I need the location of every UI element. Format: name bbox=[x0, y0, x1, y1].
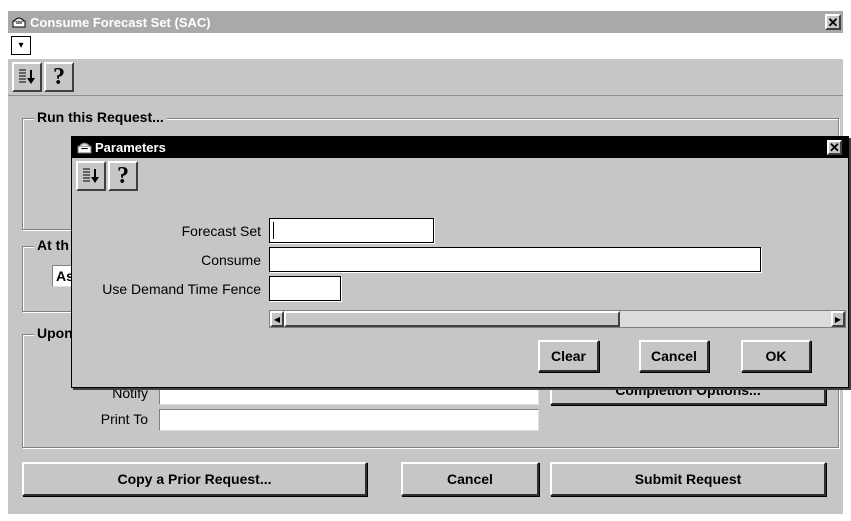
list-navigator-button[interactable] bbox=[76, 161, 106, 191]
ok-button[interactable]: OK bbox=[741, 340, 811, 372]
oracle-app-icon bbox=[77, 142, 92, 154]
scrollbar-thumb[interactable] bbox=[284, 311, 620, 327]
close-icon: ✕ bbox=[829, 140, 840, 155]
close-icon: ✕ bbox=[827, 14, 839, 30]
help-icon: ? bbox=[117, 162, 129, 189]
help-icon: ? bbox=[53, 63, 65, 90]
forecast-set-field[interactable] bbox=[269, 218, 434, 243]
main-toolbar: ? bbox=[8, 59, 843, 96]
notify-label: Notify bbox=[112, 385, 148, 401]
text-cursor bbox=[273, 222, 274, 239]
copy-prior-request-button[interactable]: Copy a Prior Request... bbox=[22, 462, 367, 496]
menu-bar bbox=[8, 33, 843, 59]
cancel-button[interactable]: Cancel bbox=[401, 462, 539, 496]
consume-label: Consume bbox=[201, 252, 261, 268]
completion-group-title: Upon bbox=[34, 325, 76, 341]
submit-request-button[interactable]: Submit Request bbox=[550, 462, 826, 496]
consume-field[interactable] bbox=[269, 247, 761, 272]
parameters-dialog-titlebar[interactable]: Parameters bbox=[72, 137, 848, 158]
forecast-set-label: Forecast Set bbox=[181, 223, 261, 239]
main-window-title: Consume Forecast Set (SAC) bbox=[30, 14, 211, 30]
arrow-left-icon: ◀ bbox=[273, 314, 281, 324]
parameters-dialog-close-button[interactable]: ✕ bbox=[827, 140, 842, 155]
schedule-group-title: At th bbox=[34, 237, 72, 253]
window-menu-dropdown[interactable]: ▾ bbox=[11, 36, 31, 55]
scroll-left-button[interactable]: ◀ bbox=[270, 311, 284, 327]
help-button[interactable]: ? bbox=[108, 161, 138, 191]
use-demand-time-fence-label: Use Demand Time Fence bbox=[102, 281, 261, 297]
main-window-close-button[interactable]: ✕ bbox=[825, 14, 841, 30]
list-navigator-icon bbox=[83, 168, 99, 183]
help-button[interactable]: ? bbox=[44, 62, 74, 92]
parameters-dialog-toolbar: ? bbox=[72, 158, 848, 196]
main-window-titlebar[interactable]: Consume Forecast Set (SAC) bbox=[8, 11, 843, 33]
list-navigator-icon bbox=[19, 69, 35, 84]
oracle-app-icon bbox=[12, 17, 26, 28]
use-demand-time-fence-field[interactable] bbox=[269, 276, 341, 301]
parameters-dialog-title: Parameters bbox=[95, 140, 166, 155]
print-to-label: Print To bbox=[100, 411, 148, 427]
clear-button[interactable]: Clear bbox=[538, 340, 599, 372]
print-to-field[interactable] bbox=[159, 409, 539, 431]
horizontal-scrollbar[interactable]: ◀ ▶ bbox=[269, 310, 846, 328]
parameters-dialog: Parameters ✕ ? Forecast Set Consume Use … bbox=[71, 136, 849, 388]
chevron-down-icon: ▾ bbox=[18, 40, 24, 51]
list-navigator-button[interactable] bbox=[12, 62, 42, 92]
scroll-right-button[interactable]: ▶ bbox=[831, 311, 845, 327]
run-request-group-title: Run this Request... bbox=[34, 109, 167, 125]
dialog-cancel-button[interactable]: Cancel bbox=[639, 340, 709, 372]
arrow-right-icon: ▶ bbox=[834, 314, 842, 324]
